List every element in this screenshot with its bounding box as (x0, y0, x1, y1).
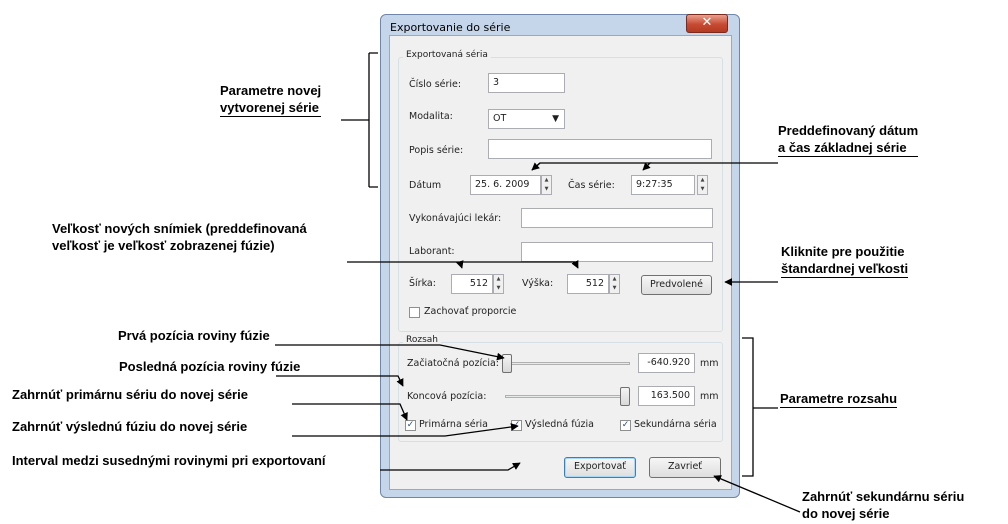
annotation-interval: Interval medzi susednými rovinymi pri ex… (12, 453, 326, 468)
annotation-include-primary: Zahrnúť primárnu sériu do novej série (12, 387, 248, 402)
annotation-last-plane: Posledná pozícia roviny fúzie (119, 359, 301, 374)
annotation-range-params: Parametre rozsahu (780, 391, 898, 408)
annotation-standard-size: Kliknite pre použitie štandardnej veľkos… (781, 244, 909, 278)
annotation-new-series-params: Parametre novej vytvorenej série (220, 83, 322, 117)
annotation-include-secondary: Zahrnúť sekundárnu sériu do novej série (802, 489, 965, 521)
annotation-first-plane: Prvá pozícia roviny fúzie (118, 328, 270, 343)
annotation-include-fusion: Zahrnúť výslednú fúziu do novej série (12, 419, 248, 434)
annotation-predefined-date: Preddefinovaný dátum a čas základnej sér… (778, 123, 919, 157)
annotation-image-size: Veľkosť nových snímiek (preddefinovaná v… (52, 221, 307, 253)
